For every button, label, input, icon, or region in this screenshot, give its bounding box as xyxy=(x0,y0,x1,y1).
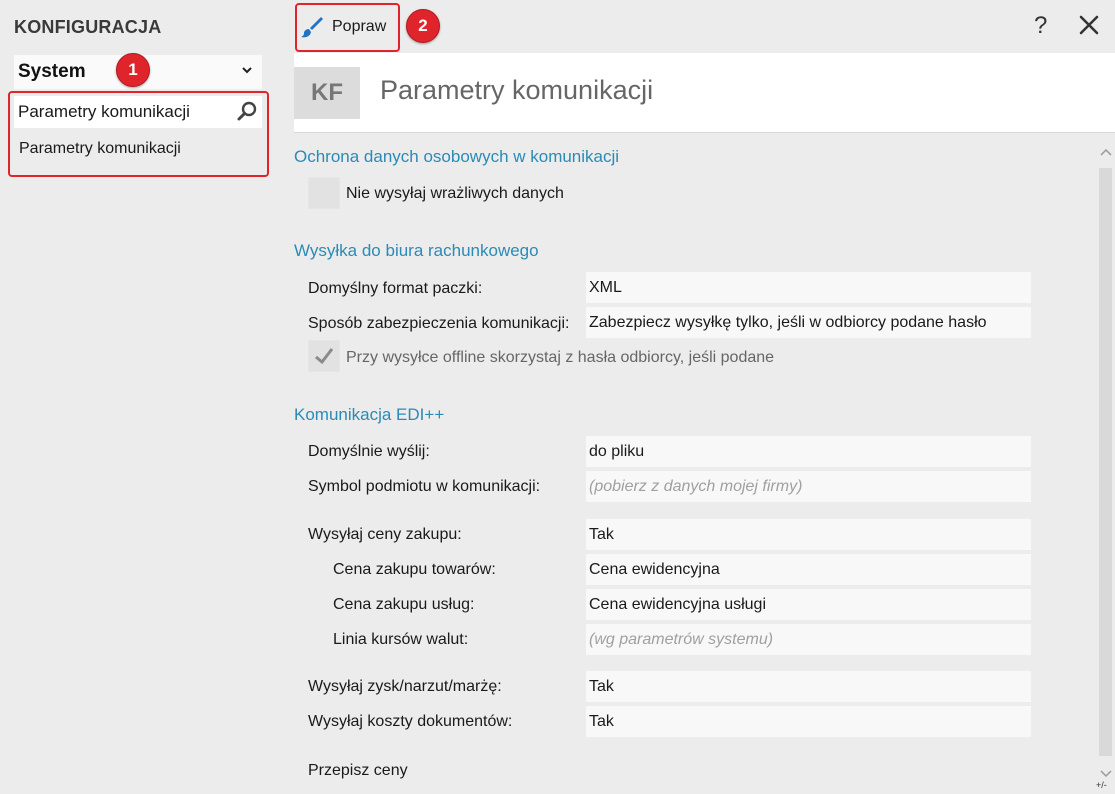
field-entity-symbol[interactable]: (pobierz z danych mojej firmy) xyxy=(586,471,1031,502)
label-services-purchase-price: Cena zakupu usług: xyxy=(333,596,475,613)
label-send-default: Domyślnie wyślij: xyxy=(308,443,430,460)
close-icon[interactable] xyxy=(1078,14,1100,36)
label-goods-purchase-price: Cena zakupu towarów: xyxy=(333,561,496,578)
field-package-format[interactable]: XML xyxy=(586,272,1031,303)
label-send-purchase-prices: Wysyłaj ceny zakupu: xyxy=(308,526,462,543)
label-rewrite-prices: Przepisz ceny xyxy=(308,762,408,779)
brush-icon xyxy=(301,17,323,38)
label-package-format: Domyślny format paczki: xyxy=(308,280,483,297)
step-badge-1: 1 xyxy=(116,53,150,87)
checkmark-icon xyxy=(315,348,334,365)
checkbox-label-dont-send-sensitive: Nie wysyłaj wrażliwych danych xyxy=(346,185,564,202)
section-title-accounting: Wysyłka do biura rachunkowego xyxy=(294,241,539,260)
section-title-privacy: Ochrona danych osobowych w komunikacji xyxy=(294,147,620,166)
field-security-method[interactable]: Zabezpiecz wysyłkę tylko, jeśli w odbior… xyxy=(586,307,1031,338)
checkbox-offline-password[interactable] xyxy=(308,340,340,372)
highlight-box-1 xyxy=(8,91,269,177)
edit-button-label: Popraw xyxy=(332,18,387,35)
field-services-purchase-price[interactable]: Cena ewidencyjna usługi xyxy=(586,589,1031,620)
label-send-profit: Wysyłaj zysk/narzut/marżę: xyxy=(308,678,502,695)
field-goods-purchase-price[interactable]: Cena ewidencyjna xyxy=(586,554,1031,585)
scroll-down-icon[interactable] xyxy=(1099,766,1113,780)
field-send-document-costs[interactable]: Tak xyxy=(586,706,1031,737)
label-send-document-costs: Wysyłaj koszty dokumentów: xyxy=(308,713,513,730)
sidebar-title: KONFIGURACJA xyxy=(14,17,162,37)
module-select-value: System xyxy=(18,61,86,82)
module-icon: KF xyxy=(294,67,360,119)
checkbox-label-offline-password: Przy wysyłce offline skorzystaj z hasła … xyxy=(346,349,775,366)
field-send-profit[interactable]: Tak xyxy=(586,671,1031,702)
label-security-method: Sposób zabezpieczenia komunikacji: xyxy=(308,315,570,332)
vertical-scrollbar[interactable] xyxy=(1097,140,1115,794)
label-entity-symbol: Symbol podmiotu w komunikacji: xyxy=(308,478,541,495)
step-badge-2: 2 xyxy=(406,9,440,43)
label-fx-rate-line: Linia kursów walut: xyxy=(333,631,469,648)
edit-button[interactable]: Popraw xyxy=(300,8,386,46)
checkbox-dont-send-sensitive[interactable] xyxy=(308,177,340,209)
scrollbar-thumb[interactable] xyxy=(1099,168,1112,756)
page-title: Parametry komunikacji xyxy=(380,75,654,105)
field-send-purchase-prices[interactable]: Tak xyxy=(586,519,1031,550)
scroll-up-icon[interactable] xyxy=(1099,146,1113,160)
resize-corner-label: +/- xyxy=(1096,780,1107,790)
field-fx-rate-line[interactable]: (wg parametrów systemu) xyxy=(586,624,1031,655)
help-button[interactable]: ? xyxy=(1034,12,1047,40)
page-header: KF Parametry komunikacji xyxy=(294,53,1115,133)
section-title-edi: Komunikacja EDI++ xyxy=(294,405,445,424)
chevron-down-icon xyxy=(242,67,252,74)
field-send-default[interactable]: do pliku xyxy=(586,436,1031,467)
